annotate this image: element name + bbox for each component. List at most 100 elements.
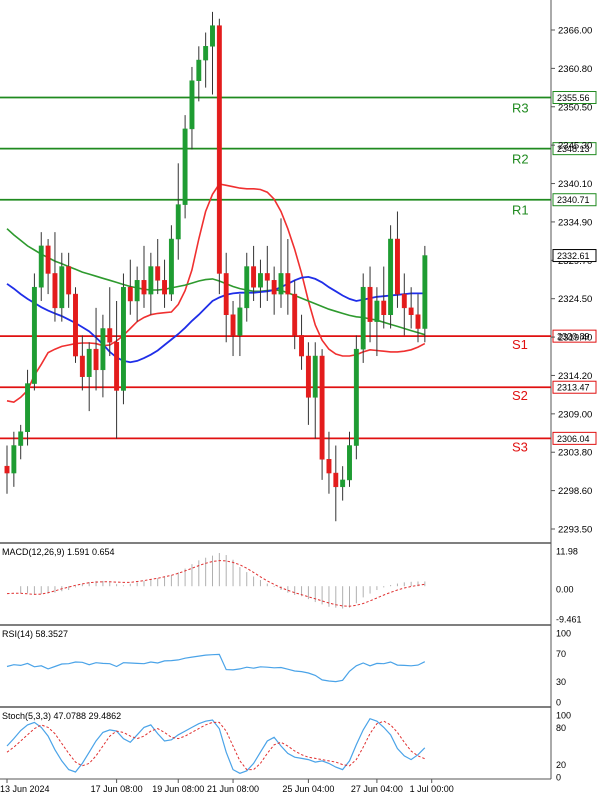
macd-tick-label: -9.461 bbox=[556, 615, 582, 625]
time-axis-labels: 13 Jun 2024 17 Jun 08:00 19 Jun 08:00 21 Ju… bbox=[0, 779, 454, 794]
rsi-line bbox=[6, 653, 426, 683]
candle-body bbox=[182, 128, 188, 205]
candle-body bbox=[251, 266, 257, 288]
candle-body bbox=[18, 431, 24, 446]
price-tick-label: 2345.30 bbox=[558, 141, 592, 152]
candle-body bbox=[127, 286, 133, 302]
candle-body bbox=[141, 280, 147, 295]
candle-body bbox=[347, 445, 352, 481]
rsi-tick-label: 0 bbox=[556, 698, 561, 708]
stoch-tick-label: 80 bbox=[556, 723, 566, 733]
price-tick-label: 2350.50 bbox=[558, 102, 592, 113]
candle-body bbox=[25, 383, 31, 433]
time-tick-label: 19 Jun 08:00 bbox=[152, 784, 204, 794]
candle-body bbox=[271, 280, 277, 295]
level-price-label-s3: 2306.04 bbox=[557, 434, 590, 444]
candle-body bbox=[360, 286, 366, 350]
level-name-s2: S2 bbox=[512, 388, 528, 403]
macd-label: MACD(12,26,9) 1.591 0.654 bbox=[2, 547, 115, 557]
candle-body bbox=[134, 280, 140, 302]
time-tick-label: 21 Jun 08:00 bbox=[207, 784, 259, 794]
candle-body bbox=[388, 238, 394, 315]
time-tick-label: 13 Jun 2024 bbox=[0, 784, 50, 794]
candle-body bbox=[299, 335, 305, 357]
candle-body bbox=[121, 286, 126, 391]
candle-body bbox=[155, 266, 161, 281]
candle-body bbox=[340, 479, 346, 488]
time-tick-label: 1 Jul 00:00 bbox=[410, 784, 454, 794]
price-tick-label: 2298.60 bbox=[558, 486, 592, 497]
candle-body bbox=[203, 46, 209, 61]
candle-body bbox=[408, 307, 414, 315]
candle-body bbox=[66, 266, 72, 295]
stoch-tick-label: 100 bbox=[556, 711, 571, 721]
level-name-s3: S3 bbox=[512, 439, 528, 454]
candle-body bbox=[381, 300, 387, 315]
candle-body bbox=[210, 25, 215, 47]
candle-body bbox=[258, 273, 263, 288]
candle-body bbox=[422, 255, 428, 329]
rsi-tick-label: 30 bbox=[556, 677, 566, 687]
candle-body bbox=[312, 355, 318, 398]
candle-body bbox=[59, 266, 65, 309]
stoch-tick-label: 0 bbox=[556, 773, 561, 783]
stoch-k-line bbox=[6, 717, 426, 774]
price-axis-labels: 2366.00 2360.80 2350.50 2345.30 2340.10 2334.… bbox=[551, 26, 597, 536]
candle-body bbox=[52, 273, 58, 309]
rsi-panel: 100 70 30 0 bbox=[6, 629, 571, 708]
chart-stage: R3 2355.56 R2 2348.13 R1 2340.71 S1 2320.89 S2 23… bbox=[0, 0, 600, 796]
candle-body bbox=[292, 293, 298, 336]
candle-body bbox=[395, 238, 400, 295]
level-price-label-r1: 2340.71 bbox=[557, 195, 590, 205]
candle-body bbox=[401, 293, 407, 309]
candle-body bbox=[189, 80, 195, 130]
candle-body bbox=[45, 245, 51, 274]
price-tick-label: 2340.10 bbox=[558, 179, 592, 190]
stoch-panel: 100 80 20 0 bbox=[6, 711, 571, 783]
candle-body bbox=[73, 293, 78, 357]
time-tick-label: 27 Jun 04:00 bbox=[351, 784, 403, 794]
macd-panel: 11.98 0.00 -9.461 bbox=[6, 547, 582, 625]
rsi-label: RSI(14) 58.3527 bbox=[2, 629, 68, 639]
time-tick-label: 25 Jun 04:00 bbox=[282, 784, 334, 794]
level-name-r3: R3 bbox=[512, 101, 529, 116]
level-price-label-s2: 2313.47 bbox=[557, 383, 590, 393]
macd-tick-label: 11.98 bbox=[556, 547, 578, 557]
macd-signal-line bbox=[6, 560, 425, 607]
candle-body bbox=[319, 355, 325, 460]
candle-body bbox=[230, 314, 236, 336]
candle-body bbox=[148, 266, 154, 295]
candle-body bbox=[305, 355, 311, 398]
candle-body bbox=[216, 25, 222, 274]
macd-tick-label: 0.00 bbox=[556, 585, 574, 595]
stoch-d-line bbox=[6, 720, 425, 771]
candle-body bbox=[237, 307, 243, 336]
candle-body bbox=[114, 342, 120, 391]
candle-body bbox=[31, 286, 37, 384]
candle-body bbox=[100, 328, 106, 371]
candle-body bbox=[333, 472, 339, 488]
current-price-label: 2332.61 bbox=[557, 251, 590, 261]
candle-body bbox=[11, 445, 17, 474]
candle-body bbox=[278, 273, 284, 295]
rsi-tick-label: 100 bbox=[556, 629, 571, 639]
price-tick-label: 2293.50 bbox=[558, 525, 592, 536]
candle-body bbox=[244, 266, 250, 309]
price-tick-label: 2314.20 bbox=[558, 371, 592, 382]
price-tick-label: 2319.40 bbox=[558, 333, 592, 344]
stoch-label: Stoch(5,3,3) 47.0788 29.4862 bbox=[2, 711, 121, 721]
candle-body bbox=[326, 459, 332, 474]
level-name-r2: R2 bbox=[512, 152, 529, 167]
price-tick-label: 2309.00 bbox=[558, 409, 592, 420]
level-name-s1: S1 bbox=[512, 337, 528, 352]
candle-body bbox=[374, 300, 380, 322]
price-tick-label: 2303.80 bbox=[558, 448, 592, 459]
candle-body bbox=[93, 348, 99, 371]
candle-body bbox=[162, 280, 168, 295]
rsi-tick-label: 70 bbox=[556, 649, 566, 659]
price-tick-label: 2334.90 bbox=[558, 217, 592, 228]
time-tick-label: 17 Jun 08:00 bbox=[91, 784, 143, 794]
price-tick-label: 2360.80 bbox=[558, 64, 592, 75]
candle-body bbox=[264, 273, 270, 281]
stoch-tick-label: 20 bbox=[556, 760, 566, 770]
